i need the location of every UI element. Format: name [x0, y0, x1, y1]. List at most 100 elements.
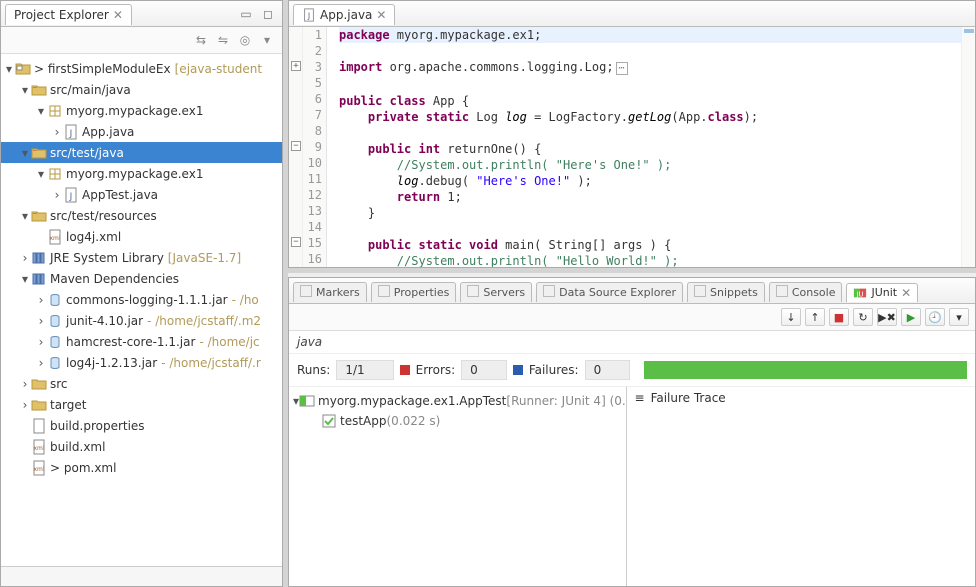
tab-label: Markers	[316, 286, 360, 299]
project-explorer-tree[interactable]: ▾> firstSimpleModuleEx [ejava-student▾sr…	[1, 54, 282, 566]
junit-toolbar: ↓ ↑ ■ ↻ ▶✖ ▶ 🕘 ▾	[289, 304, 975, 331]
tree-item-label: build.properties	[50, 419, 145, 433]
tree-item[interactable]: ▾ myorg.mypackage.ex1	[1, 100, 282, 121]
twisty-icon[interactable]: ›	[19, 377, 31, 391]
project-explorer-view: Project Explorer ✕ ▭ ◻ ⇆ ⇋ ◎ ▾ ▾> firstS…	[0, 0, 283, 587]
tree-item[interactable]: ›target	[1, 394, 282, 415]
xmlfile-icon	[47, 229, 63, 245]
tree-item-suffix: - /home/jcstaff/.m2	[147, 314, 261, 328]
junit-tree-item[interactable]: ▾myorg.mypackage.ex1.AppTest [Runner: JU…	[291, 391, 624, 411]
tab-junit[interactable]: JUnit✕	[846, 283, 918, 302]
tree-item[interactable]: ▾src/test/java	[1, 142, 282, 163]
relaunch-icon[interactable]: ↻	[853, 308, 873, 326]
tree-item[interactable]: ›JRE System Library [JavaSE-1.7]	[1, 247, 282, 268]
stop-icon[interactable]: ■	[829, 308, 849, 326]
tree-item[interactable]: ›src	[1, 373, 282, 394]
snippets-icon	[694, 285, 706, 300]
tab-console[interactable]: Console	[769, 282, 843, 302]
editor-overview-ruler[interactable]	[961, 27, 975, 267]
package-icon	[47, 166, 63, 182]
folder-icon	[31, 376, 47, 392]
tree-item[interactable]: build.properties	[1, 415, 282, 436]
folder-icon	[31, 397, 47, 413]
tree-item[interactable]: ›App.java	[1, 121, 282, 142]
tree-item-label: src/main/java	[50, 83, 131, 97]
tree-item[interactable]: build.xml	[1, 436, 282, 457]
twisty-icon[interactable]: ›	[19, 398, 31, 412]
close-icon[interactable]: ✕	[113, 8, 123, 22]
editor-line-numbers[interactable]: 123+56789−101112131415−16	[303, 27, 327, 267]
close-icon[interactable]: ✕	[376, 8, 386, 22]
maximize-icon[interactable]: ◻	[260, 6, 276, 22]
errors-value: 0	[461, 360, 507, 380]
srcfolder-icon	[31, 208, 47, 224]
twisty-icon[interactable]: ›	[35, 335, 47, 349]
twisty-icon[interactable]: ›	[35, 293, 47, 307]
jfile-icon	[63, 187, 79, 203]
focus-icon[interactable]: ◎	[236, 31, 254, 49]
tree-item[interactable]: ▾> firstSimpleModuleEx [ejava-student	[1, 58, 282, 79]
horizontal-sash[interactable]	[288, 268, 976, 273]
twisty-icon[interactable]: ›	[51, 125, 63, 139]
tab-label: Servers	[483, 286, 525, 299]
twisty-icon[interactable]: ›	[35, 356, 47, 370]
twisty-icon[interactable]: ›	[51, 188, 63, 202]
project-explorer-tab[interactable]: Project Explorer ✕	[5, 4, 132, 25]
minimize-icon[interactable]: ▭	[238, 6, 254, 22]
rerun-failed-icon[interactable]: ▶✖	[877, 308, 897, 326]
code-editor[interactable]: 123+56789−101112131415−16 package myorg.…	[289, 27, 975, 267]
prev-failure-icon[interactable]: ↑	[805, 308, 825, 326]
twisty-icon[interactable]: ▾	[19, 146, 31, 160]
junit-test-tree[interactable]: ▾myorg.mypackage.ex1.AppTest [Runner: JU…	[289, 387, 627, 586]
link-with-editor-icon[interactable]: ⇋	[214, 31, 232, 49]
tree-item[interactable]: > pom.xml	[1, 457, 282, 478]
tab-markers[interactable]: Markers	[293, 282, 367, 302]
tree-item-label: junit-4.10.jar	[66, 314, 143, 328]
tree-item-suffix: - /ho	[232, 293, 259, 307]
view-menu-icon[interactable]: ▾	[949, 308, 969, 326]
twisty-icon[interactable]: ▾	[19, 272, 31, 286]
twisty-icon[interactable]: ›	[19, 251, 31, 265]
tree-item-label: myorg.mypackage.ex1	[66, 167, 203, 181]
tree-item[interactable]: ▾Maven Dependencies	[1, 268, 282, 289]
failures-value: 0	[585, 360, 631, 380]
collapse-all-icon[interactable]: ⇆	[192, 31, 210, 49]
tree-item[interactable]: ▾src/test/resources	[1, 205, 282, 226]
tree-item[interactable]: ›log4j-1.2.13.jar - /home/jcstaff/.r	[1, 352, 282, 373]
tree-item-label: build.xml	[50, 440, 105, 454]
tab-servers[interactable]: Servers	[460, 282, 532, 302]
tree-item[interactable]: ›AppTest.java	[1, 184, 282, 205]
package-icon	[47, 103, 63, 119]
tree-item-label: myorg.mypackage.ex1	[66, 104, 203, 118]
tree-item[interactable]: ›commons-logging-1.1.1.jar - /ho	[1, 289, 282, 310]
twisty-icon[interactable]: ▾	[35, 167, 47, 181]
tree-item[interactable]: log4j.xml	[1, 226, 282, 247]
tab-properties[interactable]: Properties	[371, 282, 457, 302]
tree-item[interactable]: ▾ src/main/java	[1, 79, 282, 100]
twisty-icon[interactable]: ▾	[3, 62, 15, 76]
tab-data-source-explorer[interactable]: Data Source Explorer	[536, 282, 683, 302]
runs-label: Runs:	[297, 363, 330, 377]
tree-item-suffix: [JavaSE-1.7]	[168, 251, 241, 265]
twisty-icon[interactable]: ›	[35, 314, 47, 328]
editor-tab[interactable]: App.java ✕	[293, 4, 395, 25]
twisty-icon[interactable]: ▾	[35, 104, 47, 118]
view-menu-icon[interactable]: ▾	[258, 31, 276, 49]
run-icon[interactable]: ▶	[901, 308, 921, 326]
tree-item-suffix: - /home/jcstaff/.r	[161, 356, 261, 370]
close-icon[interactable]: ✕	[901, 286, 911, 300]
tree-item-label: hamcrest-core-1.1.jar	[66, 335, 195, 349]
tree-item[interactable]: › junit-4.10.jar - /home/jcstaff/.m2	[1, 310, 282, 331]
tree-item[interactable]: ▾ myorg.mypackage.ex1	[1, 163, 282, 184]
junit-item-label: testApp	[340, 414, 387, 428]
tab-snippets[interactable]: Snippets	[687, 282, 765, 302]
twisty-icon[interactable]: ▾	[19, 209, 31, 223]
next-failure-icon[interactable]: ↓	[781, 308, 801, 326]
bottom-panel: Markers Properties Servers Data Source Expl…	[288, 277, 976, 587]
history-icon[interactable]: 🕘	[925, 308, 945, 326]
tree-item[interactable]: ›hamcrest-core-1.1.jar - /home/jc	[1, 331, 282, 352]
status-line	[1, 566, 282, 586]
twisty-icon[interactable]: ▾	[19, 83, 31, 97]
editor-content[interactable]: package myorg.mypackage.ex1; import org.…	[327, 27, 961, 267]
junit-tree-item[interactable]: testApp (0.022 s)	[291, 411, 624, 431]
